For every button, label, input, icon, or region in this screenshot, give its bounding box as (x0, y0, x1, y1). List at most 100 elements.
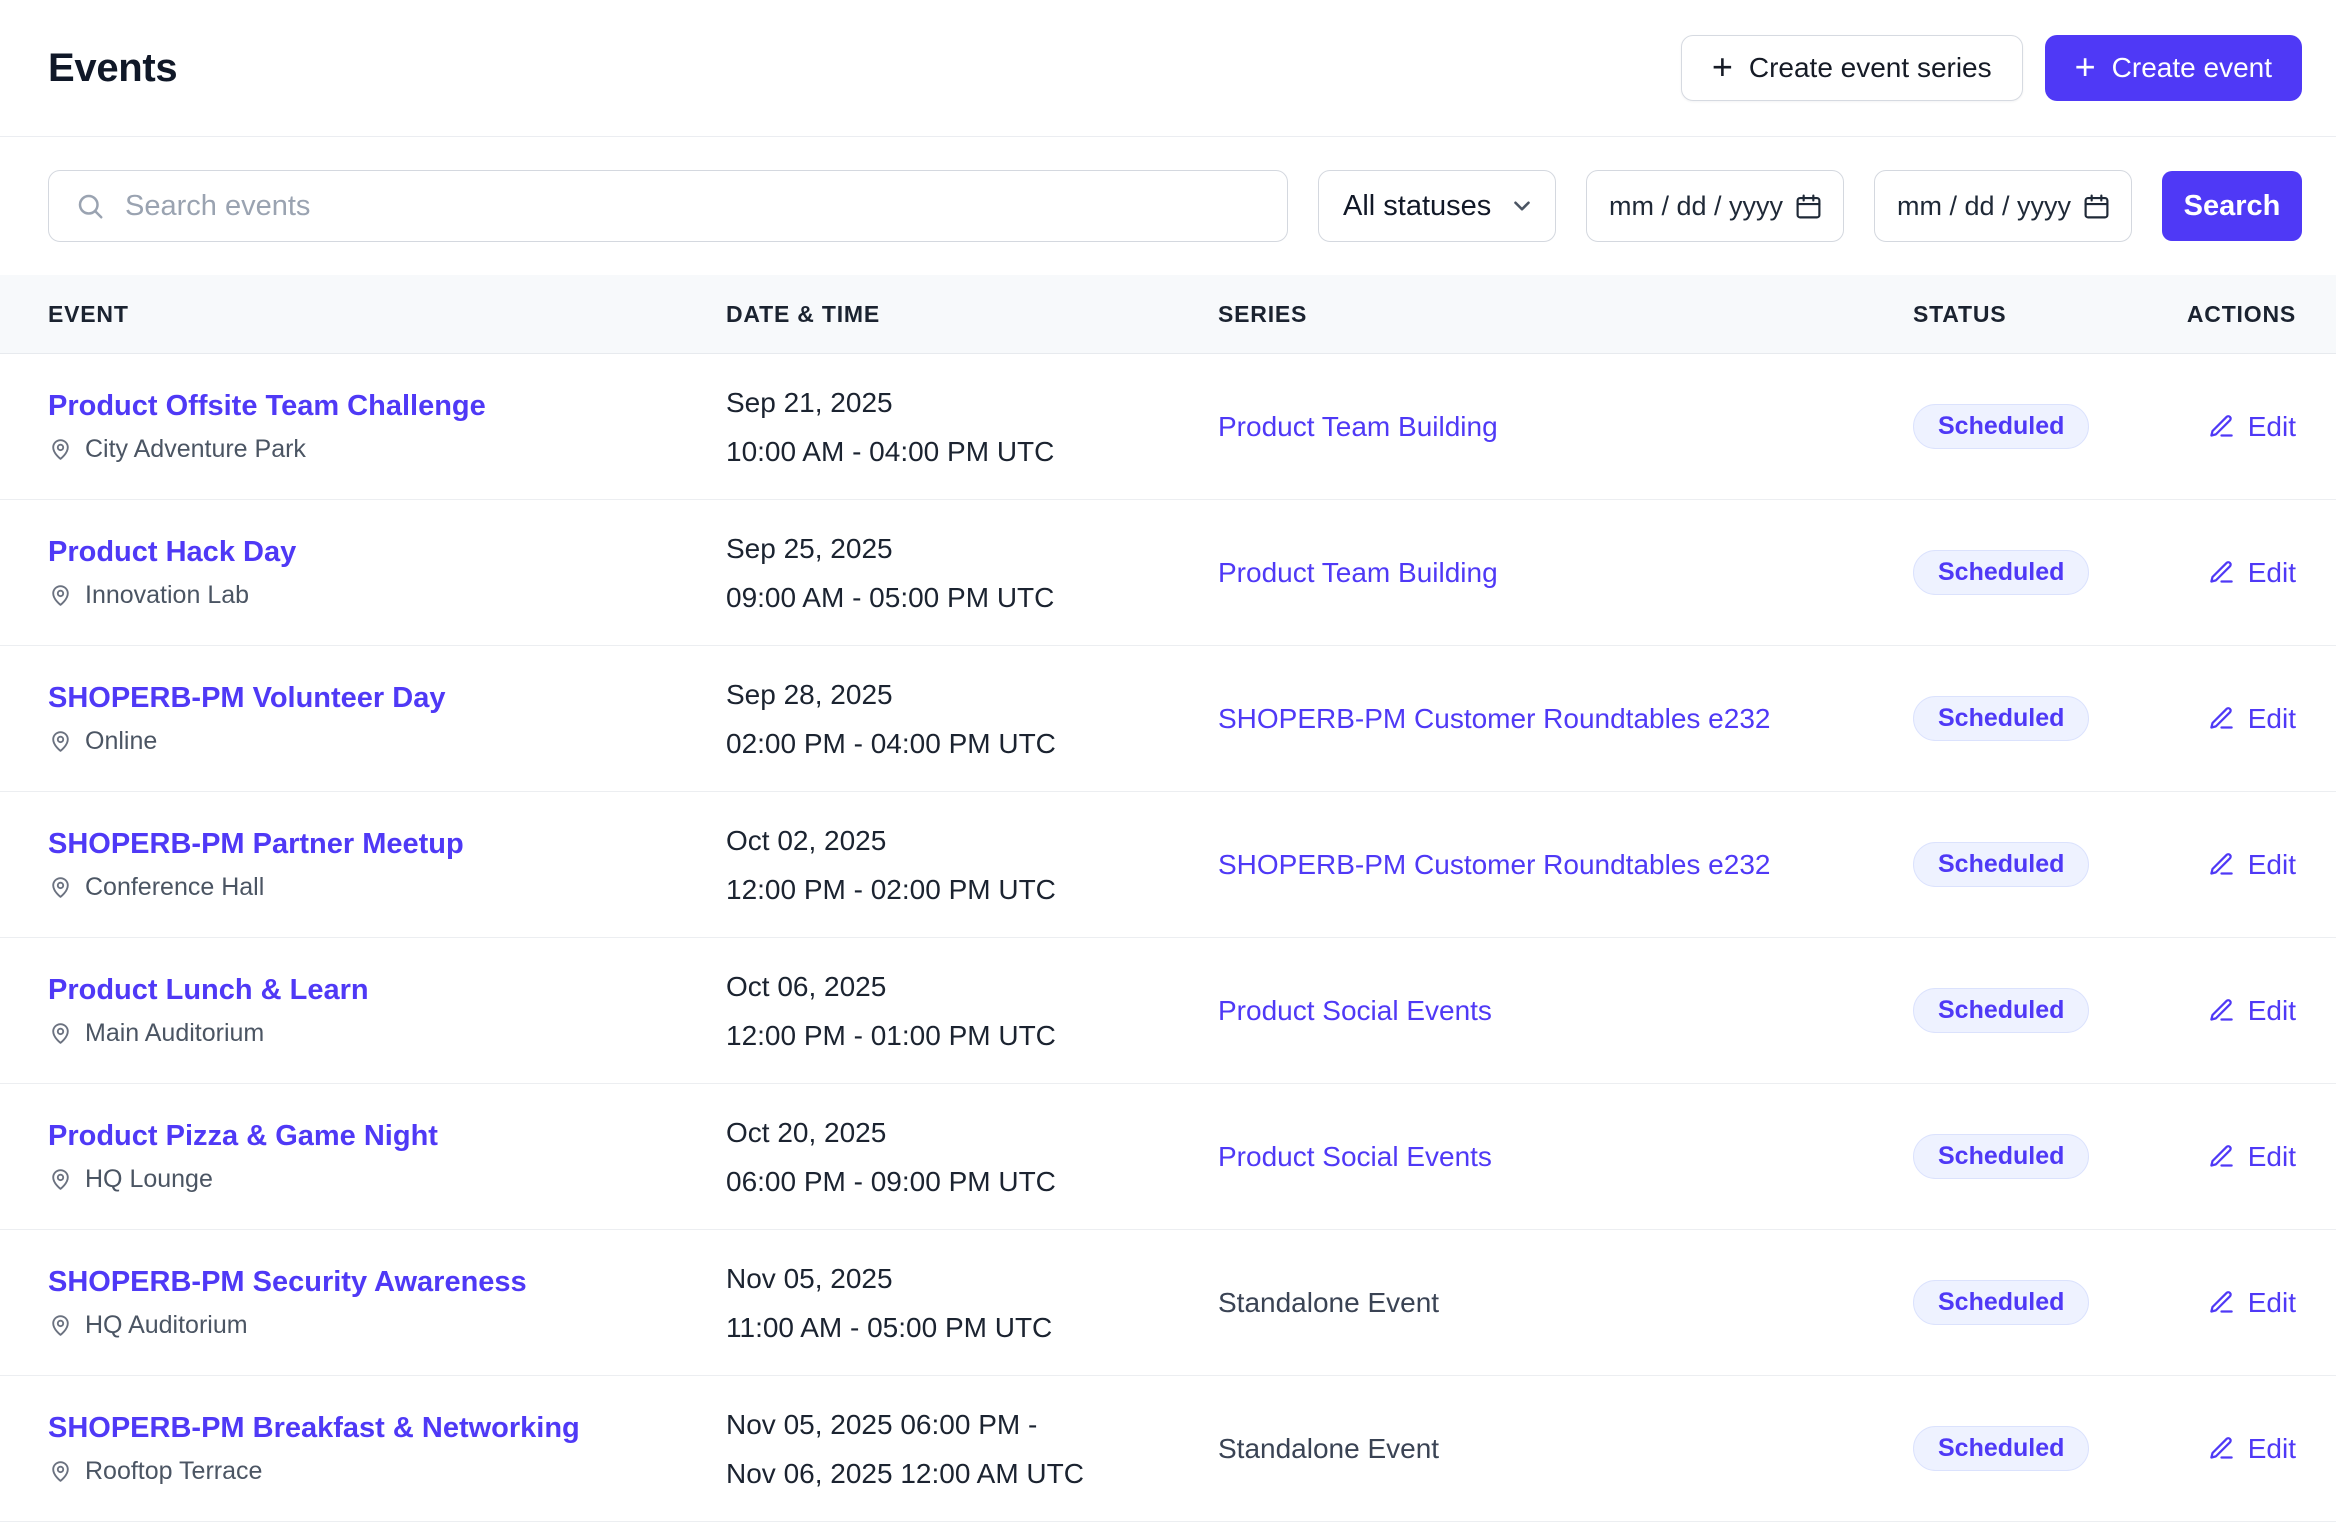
status-filter-select[interactable]: All statuses (1318, 170, 1556, 242)
edit-button[interactable]: Edit (2208, 1141, 2296, 1173)
event-title-link[interactable]: SHOPERB-PM Breakfast & Networking (48, 1412, 726, 1445)
event-date-line1: Sep 28, 2025 (726, 670, 1218, 719)
column-header-series: SERIES (1218, 301, 1913, 328)
table-row: Product Pizza & Game Night HQ Lounge Oct… (0, 1084, 2336, 1230)
edit-button[interactable]: Edit (2208, 557, 2296, 589)
event-location: City Adventure Park (48, 435, 726, 464)
status-badge: Scheduled (1913, 1134, 2089, 1179)
location-pin-icon (48, 1459, 73, 1484)
event-datetime: Nov 05, 2025 06:00 PM - Nov 06, 2025 12:… (726, 1400, 1218, 1498)
series-link[interactable]: SHOPERB-PM Customer Roundtables e232 (1218, 703, 1770, 734)
event-cell: SHOPERB-PM Volunteer Day Online (48, 682, 726, 756)
event-datetime: Oct 06, 2025 12:00 PM - 01:00 PM UTC (726, 962, 1218, 1060)
location-pin-icon (48, 1167, 73, 1192)
event-cell: Product Lunch & Learn Main Auditorium (48, 974, 726, 1048)
event-date-line2: 12:00 PM - 01:00 PM UTC (726, 1011, 1218, 1060)
event-location-text: HQ Lounge (85, 1165, 213, 1194)
event-title-link[interactable]: SHOPERB-PM Security Awareness (48, 1266, 726, 1299)
series-link[interactable]: Product Social Events (1218, 1141, 1492, 1172)
event-title-link[interactable]: SHOPERB-PM Partner Meetup (48, 828, 726, 861)
edit-button[interactable]: Edit (2208, 703, 2296, 735)
location-pin-icon (48, 437, 73, 462)
event-date-line2: 10:00 AM - 04:00 PM UTC (726, 427, 1218, 476)
event-location: Innovation Lab (48, 581, 726, 610)
search-icon (75, 191, 105, 221)
event-location-text: Online (85, 727, 157, 756)
calendar-icon (2082, 192, 2111, 221)
event-date-line1: Oct 02, 2025 (726, 816, 1218, 865)
event-location-text: Innovation Lab (85, 581, 249, 610)
series-link[interactable]: Product Team Building (1218, 411, 1498, 442)
column-header-datetime: DATE & TIME (726, 301, 1218, 328)
edit-pencil-icon (2208, 1289, 2235, 1316)
actions-cell: Edit (2183, 995, 2296, 1027)
events-page: Events + Create event series + Create ev… (0, 0, 2336, 1522)
table-row: SHOPERB-PM Breakfast & Networking Roofto… (0, 1376, 2336, 1522)
edit-button[interactable]: Edit (2208, 1433, 2296, 1465)
create-event-label: Create event (2112, 52, 2272, 84)
event-location: Conference Hall (48, 873, 726, 902)
edit-button-label: Edit (2248, 557, 2296, 589)
edit-button[interactable]: Edit (2208, 411, 2296, 443)
actions-cell: Edit (2183, 1141, 2296, 1173)
date-from-input[interactable]: mm / dd / yyyy (1586, 170, 1844, 242)
status-badge: Scheduled (1913, 550, 2089, 595)
event-date-line2: 11:00 AM - 05:00 PM UTC (726, 1303, 1218, 1352)
actions-cell: Edit (2183, 849, 2296, 881)
event-datetime: Sep 25, 2025 09:00 AM - 05:00 PM UTC (726, 524, 1218, 622)
page-title: Events (48, 46, 177, 91)
header-actions: + Create event series + Create event (1681, 35, 2302, 101)
edit-button[interactable]: Edit (2208, 995, 2296, 1027)
event-title-link[interactable]: Product Hack Day (48, 536, 726, 569)
event-title-link[interactable]: Product Pizza & Game Night (48, 1120, 726, 1153)
actions-cell: Edit (2183, 1433, 2296, 1465)
event-date-line2: Nov 06, 2025 12:00 AM UTC (726, 1449, 1218, 1498)
event-title-link[interactable]: SHOPERB-PM Volunteer Day (48, 682, 726, 715)
table-row: SHOPERB-PM Security Awareness HQ Auditor… (0, 1230, 2336, 1376)
filters-bar: All statuses mm / dd / yyyy mm / dd / yy… (0, 137, 2336, 275)
search-button[interactable]: Search (2162, 171, 2302, 241)
chevron-down-icon (1509, 193, 1535, 219)
status-badge: Scheduled (1913, 404, 2089, 449)
series-link[interactable]: Product Social Events (1218, 995, 1492, 1026)
event-title-link[interactable]: Product Lunch & Learn (48, 974, 726, 1007)
column-header-event: EVENT (48, 301, 726, 328)
plus-icon: + (2075, 49, 2096, 85)
edit-pencil-icon (2208, 413, 2235, 440)
location-pin-icon (48, 729, 73, 754)
event-datetime: Sep 28, 2025 02:00 PM - 04:00 PM UTC (726, 670, 1218, 768)
edit-pencil-icon (2208, 851, 2235, 878)
event-date-line2: 02:00 PM - 04:00 PM UTC (726, 719, 1218, 768)
event-location: HQ Auditorium (48, 1311, 726, 1340)
event-cell: SHOPERB-PM Partner Meetup Conference Hal… (48, 828, 726, 902)
event-title-link[interactable]: Product Offsite Team Challenge (48, 390, 726, 423)
event-cell: SHOPERB-PM Security Awareness HQ Auditor… (48, 1266, 726, 1340)
series-link[interactable]: SHOPERB-PM Customer Roundtables e232 (1218, 849, 1770, 880)
edit-button-label: Edit (2248, 849, 2296, 881)
date-to-input[interactable]: mm / dd / yyyy (1874, 170, 2132, 242)
table-row: SHOPERB-PM Partner Meetup Conference Hal… (0, 792, 2336, 938)
event-date-line2: 06:00 PM - 09:00 PM UTC (726, 1157, 1218, 1206)
date-from-value: mm / dd / yyyy (1609, 191, 1783, 222)
column-header-status: STATUS (1913, 301, 2183, 328)
create-event-button[interactable]: + Create event (2045, 35, 2302, 101)
table-row: Product Hack Day Innovation Lab Sep 25, … (0, 500, 2336, 646)
calendar-icon (1794, 192, 1823, 221)
create-event-series-button[interactable]: + Create event series (1681, 35, 2023, 101)
status-cell: Scheduled (1913, 1134, 2183, 1179)
event-date-line1: Oct 06, 2025 (726, 962, 1218, 1011)
edit-button[interactable]: Edit (2208, 849, 2296, 881)
event-location-text: City Adventure Park (85, 435, 306, 464)
series-cell: Product Team Building (1218, 557, 1913, 589)
search-input[interactable] (125, 190, 1261, 223)
event-datetime: Nov 05, 2025 11:00 AM - 05:00 PM UTC (726, 1254, 1218, 1352)
event-datetime: Oct 02, 2025 12:00 PM - 02:00 PM UTC (726, 816, 1218, 914)
series-link[interactable]: Product Team Building (1218, 557, 1498, 588)
status-cell: Scheduled (1913, 404, 2183, 449)
table-row: SHOPERB-PM Volunteer Day Online Sep 28, … (0, 646, 2336, 792)
edit-button-label: Edit (2248, 1433, 2296, 1465)
event-location: HQ Lounge (48, 1165, 726, 1194)
event-date-line1: Nov 05, 2025 (726, 1254, 1218, 1303)
column-header-actions: ACTIONS (2183, 301, 2296, 328)
edit-button[interactable]: Edit (2208, 1287, 2296, 1319)
